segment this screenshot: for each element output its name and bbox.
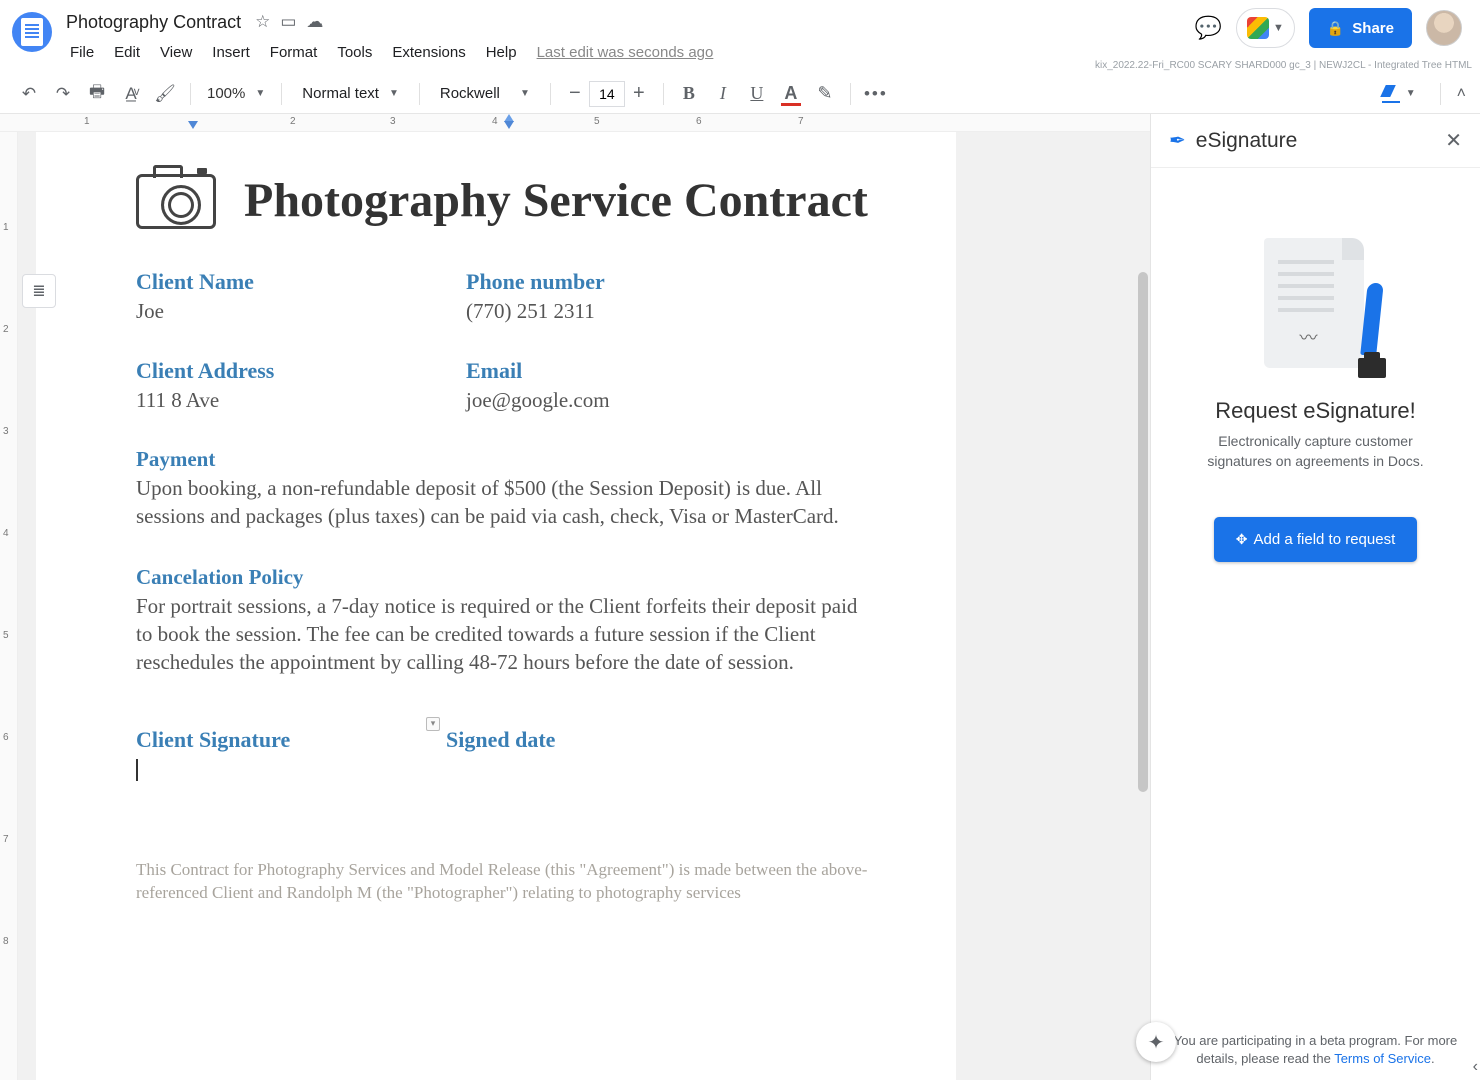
indent-marker-icon[interactable] xyxy=(188,121,198,129)
phone-label: Phone number xyxy=(466,269,876,295)
email-value: joe@google.com xyxy=(466,388,876,413)
spellcheck-button[interactable]: A̲ͮ xyxy=(116,79,146,109)
account-avatar[interactable] xyxy=(1426,10,1462,46)
paragraph-style-value: Normal text xyxy=(302,85,379,102)
last-edit-link[interactable]: Last edit was seconds ago xyxy=(537,44,714,61)
esignature-icon: ✒ xyxy=(1169,128,1186,153)
zoom-picker[interactable]: 100% ▼ xyxy=(201,85,271,102)
beta-notice: You are participating in a beta program.… xyxy=(1151,1032,1480,1080)
indent-marker-icon[interactable] xyxy=(504,121,514,129)
client-signature-label: Client Signature xyxy=(136,727,446,753)
ruler-tick: 2 xyxy=(290,116,296,127)
menu-extensions[interactable]: Extensions xyxy=(384,40,473,65)
pencil-icon xyxy=(1382,85,1400,103)
paragraph-style-picker[interactable]: Normal text ▼ xyxy=(292,85,409,102)
font-value: Rockwell xyxy=(440,85,500,102)
esignature-heading: Request eSignature! xyxy=(1215,398,1416,424)
ruler-tick: 5 xyxy=(594,116,600,127)
menu-insert[interactable]: Insert xyxy=(204,40,258,65)
share-button[interactable]: 🔒 Share xyxy=(1309,8,1412,48)
ruler-tick: 1 xyxy=(84,116,90,127)
horizontal-ruler[interactable]: 1 2 3 4 5 6 7 xyxy=(0,114,1150,132)
ruler-tick: 3 xyxy=(390,116,396,127)
explore-button[interactable]: ✦ xyxy=(1136,1022,1176,1062)
paint-format-button[interactable]: 🖌 xyxy=(150,79,180,109)
cancellation-heading: Cancelation Policy xyxy=(136,565,876,590)
chevron-down-icon: ▼ xyxy=(255,88,265,99)
font-size-input[interactable] xyxy=(589,81,625,107)
address-value: 111 8 Ave xyxy=(136,388,466,413)
underline-button[interactable]: U xyxy=(742,79,772,109)
meet-button[interactable]: ▼ xyxy=(1236,8,1295,48)
meet-icon xyxy=(1247,17,1269,39)
share-label: Share xyxy=(1352,20,1394,37)
menu-view[interactable]: View xyxy=(152,40,200,65)
ruler-tick: 7 xyxy=(798,116,804,127)
font-size-decrease[interactable]: − xyxy=(561,80,589,108)
doc-heading: Photography Service Contract xyxy=(244,175,868,228)
camera-icon xyxy=(136,174,216,229)
esignature-illustration: 〰 xyxy=(1246,238,1386,378)
esignature-subtext: Electronically capture customer signatur… xyxy=(1186,432,1446,471)
text-color-button[interactable]: A xyxy=(776,79,806,109)
zoom-value: 100% xyxy=(207,85,245,102)
move-icon[interactable]: ▭ xyxy=(280,12,296,32)
menu-help[interactable]: Help xyxy=(478,40,525,65)
address-label: Client Address xyxy=(136,358,466,384)
highlight-button[interactable]: ✎ xyxy=(810,79,840,109)
hide-menus-button[interactable]: ˄ xyxy=(1457,85,1466,103)
field-dropdown-icon[interactable]: ▾ xyxy=(426,717,440,731)
chevron-down-icon: ▼ xyxy=(1273,22,1284,34)
toolbar: ↶ ↷ 🖶 A̲ͮ 🖌 100% ▼ Normal text ▼ Rockwel… xyxy=(0,74,1480,114)
debug-build-string: kix_2022.22-Fri_RC00 SCARY SHARD000 gc_3… xyxy=(1095,60,1472,71)
undo-button[interactable]: ↶ xyxy=(14,79,44,109)
cloud-icon[interactable]: ☁ xyxy=(306,12,323,32)
text-cursor xyxy=(136,759,138,781)
esignature-panel: ✒ eSignature ✕ 〰 Request eSignature! Ele… xyxy=(1150,114,1480,1080)
outline-toggle[interactable]: ≣ xyxy=(22,274,56,308)
terms-link[interactable]: Terms of Service xyxy=(1334,1051,1431,1066)
more-toolbar-button[interactable]: ••• xyxy=(861,79,891,109)
payment-heading: Payment xyxy=(136,447,876,472)
client-name-label: Client Name xyxy=(136,269,466,295)
menu-format[interactable]: Format xyxy=(262,40,326,65)
lock-icon: 🔒 xyxy=(1327,20,1344,37)
docs-logo[interactable] xyxy=(12,12,52,52)
chevron-down-icon: ▼ xyxy=(1406,88,1416,99)
esignature-panel-title: eSignature xyxy=(1196,129,1435,153)
sidebar-collapse-icon[interactable]: ‹ xyxy=(1473,1058,1478,1076)
comments-icon[interactable]: 💬 xyxy=(1195,15,1222,41)
menu-tools[interactable]: Tools xyxy=(329,40,380,65)
vertical-ruler[interactable]: 1 2 3 4 5 6 7 8 xyxy=(0,132,18,1080)
menu-file[interactable]: File xyxy=(62,40,102,65)
bold-button[interactable]: B xyxy=(674,79,704,109)
payment-body: Upon booking, a non-refundable deposit o… xyxy=(136,474,876,531)
chevron-down-icon: ▼ xyxy=(389,88,399,99)
add-field-label: Add a field to request xyxy=(1253,531,1395,548)
doc-title-input[interactable]: Photography Contract xyxy=(62,10,245,35)
document-page[interactable]: Photography Service Contract Client Name… xyxy=(36,132,956,1080)
chevron-down-icon: ▼ xyxy=(520,88,530,99)
font-size-increase[interactable]: + xyxy=(625,80,653,108)
client-name-value: Joe xyxy=(136,299,466,324)
editing-mode-button[interactable]: ▼ xyxy=(1374,83,1424,105)
cursor-icon: ✥ xyxy=(1236,531,1248,548)
cancellation-body: For portrait sessions, a 7-day notice is… xyxy=(136,592,876,677)
scrollbar-thumb[interactable] xyxy=(1138,272,1148,792)
print-button[interactable]: 🖶 xyxy=(82,79,112,109)
phone-value: (770) 251 2311 xyxy=(466,299,876,324)
signed-date-label: Signed date xyxy=(446,727,876,753)
ruler-tick: 4 xyxy=(492,116,498,127)
close-icon[interactable]: ✕ xyxy=(1445,128,1462,153)
redo-button[interactable]: ↷ xyxy=(48,79,78,109)
footer-note: This Contract for Photography Services a… xyxy=(136,859,876,905)
menu-edit[interactable]: Edit xyxy=(106,40,148,65)
menu-bar: File Edit View Insert Format Tools Exten… xyxy=(62,40,1195,65)
italic-button[interactable]: I xyxy=(708,79,738,109)
add-field-button[interactable]: ✥ Add a field to request xyxy=(1214,517,1418,562)
email-label: Email xyxy=(466,358,876,384)
ruler-tick: 6 xyxy=(696,116,702,127)
font-picker[interactable]: Rockwell ▼ xyxy=(430,85,540,102)
star-icon[interactable]: ☆ xyxy=(255,12,270,32)
